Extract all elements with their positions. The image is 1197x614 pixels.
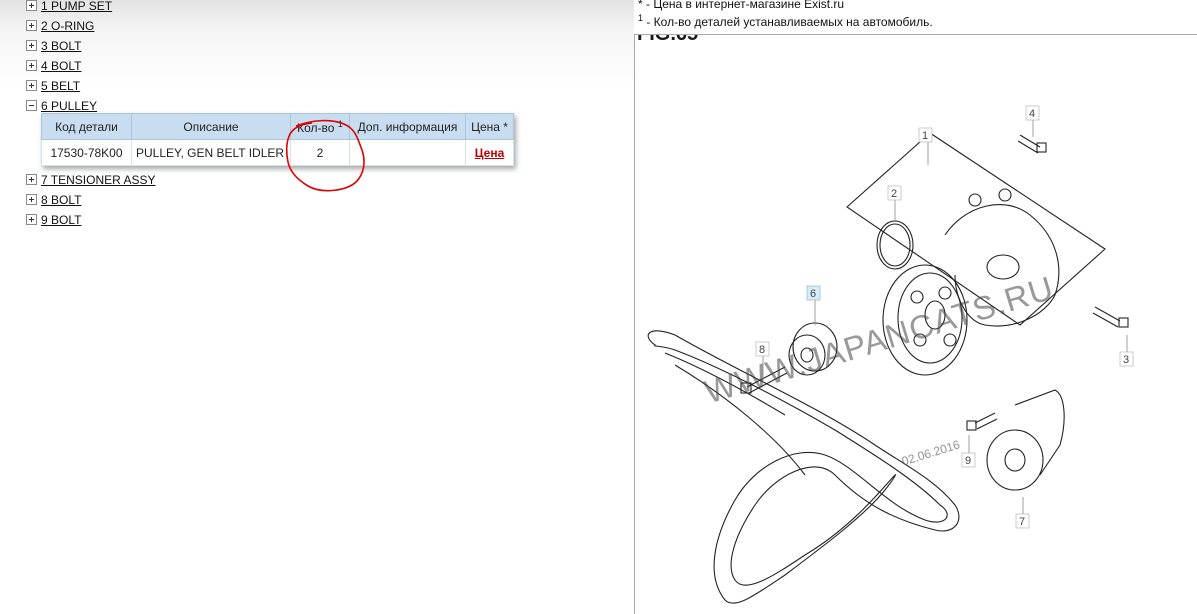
table-row: 17530-78K00 PULLEY, GEN BELT IDLER 2 Цен…: [41, 139, 514, 166]
callout-label: 4: [1029, 108, 1035, 120]
table-header-row: Код детали Описание Кол-во 1 Доп. информ…: [41, 113, 514, 140]
callout-label: 2: [891, 188, 897, 200]
note-price: * - Цена в интернет-магазине Exist.ru: [638, 0, 845, 11]
part-code: 17530-78K00: [41, 139, 132, 166]
tree-item-label[interactable]: 5 BELT: [41, 79, 80, 93]
tree-item-label[interactable]: 2 O-RING: [41, 19, 94, 33]
callout-label: 6: [810, 288, 816, 300]
expand-icon[interactable]: [26, 0, 37, 11]
note-qty-text: - Кол-во деталей устанавливаемых на авто…: [643, 15, 933, 29]
tree-item-label[interactable]: 7 TENSIONER ASSY: [41, 173, 156, 187]
tree-item-label[interactable]: 4 BOLT: [41, 59, 81, 73]
tree-item-7[interactable]: 7 TENSIONER ASSY: [26, 170, 156, 190]
expand-icon[interactable]: [26, 214, 37, 225]
col-price-header: Цена *: [465, 113, 514, 140]
tree-item-label[interactable]: 8 BOLT: [41, 193, 81, 207]
tree-item-1[interactable]: 1 PUMP SET: [26, 0, 156, 16]
collapse-icon[interactable]: [26, 100, 37, 111]
callout-label: 1: [922, 130, 928, 142]
tree-item-8[interactable]: 8 BOLT: [26, 190, 156, 210]
expand-icon[interactable]: [26, 20, 37, 31]
notes-block: * - Цена в интернет-магазине Exist.ru 1 …: [638, 0, 933, 29]
tree-item-3[interactable]: 3 BOLT: [26, 36, 156, 56]
tree-item-label[interactable]: 1 PUMP SET: [41, 0, 112, 13]
tree-item-label[interactable]: 9 BOLT: [41, 213, 81, 227]
parts-table: Код детали Описание Кол-во 1 Доп. информ…: [41, 113, 514, 166]
callout-label: 3: [1123, 354, 1129, 366]
note-qty: 1 - Кол-во деталей устанавливаемых на ав…: [638, 11, 933, 29]
part-description: PULLEY, GEN BELT IDLER: [131, 139, 291, 166]
expand-icon[interactable]: [26, 194, 37, 205]
callout-label: 7: [1019, 516, 1025, 528]
tree-item-5[interactable]: 5 BELT: [26, 76, 156, 96]
price-cell: Цена: [465, 139, 514, 166]
expand-icon[interactable]: [26, 40, 37, 51]
tree-item-label[interactable]: 3 BOLT: [41, 39, 81, 53]
tree-item-label[interactable]: 6 PULLEY: [41, 99, 97, 113]
expand-icon[interactable]: [26, 60, 37, 71]
expand-icon[interactable]: [26, 174, 37, 185]
parts-panel: 1 PUMP SET 2 O-RING 3 BOLT 4 BOLT 5 BELT…: [0, 0, 634, 613]
tree-item-4[interactable]: 4 BOLT: [26, 56, 156, 76]
callout-label: 9: [965, 455, 971, 467]
tree-item-9[interactable]: 9 BOLT: [26, 210, 156, 230]
red-circle-annotation: [285, 119, 365, 192]
tree-item-2[interactable]: 2 O-RING: [26, 16, 156, 36]
col-code-header: Код детали: [41, 113, 132, 140]
col-desc-header: Описание: [131, 113, 291, 140]
expand-icon[interactable]: [26, 80, 37, 91]
price-link[interactable]: Цена: [475, 146, 505, 160]
